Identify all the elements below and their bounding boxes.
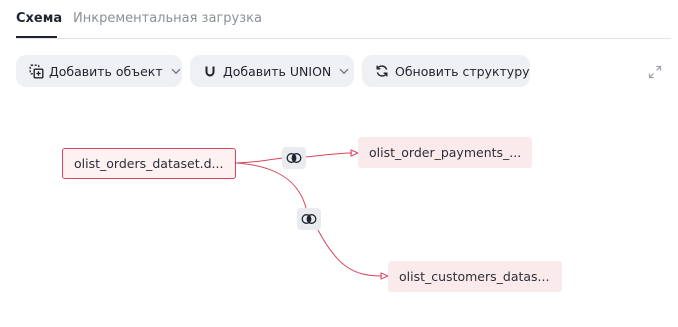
chevron-down-icon bbox=[170, 65, 182, 77]
arrowhead-customers bbox=[380, 272, 390, 280]
chevron-down-icon bbox=[338, 65, 350, 77]
join-badge-payments[interactable] bbox=[282, 147, 306, 169]
join-edges bbox=[235, 149, 390, 280]
tab-bar: Схема Инкрементальная загрузка bbox=[16, 0, 671, 39]
union-icon bbox=[202, 63, 218, 79]
schema-canvas[interactable]: olist_orders_dataset.d... olist_order_pa… bbox=[0, 100, 678, 327]
tab-incremental-load[interactable]: Инкрементальная загрузка bbox=[73, 11, 262, 27]
join-icon bbox=[286, 153, 302, 163]
edge-orders-payments bbox=[235, 157, 284, 164]
node-orders-dataset[interactable]: olist_orders_dataset.d... bbox=[62, 148, 236, 179]
refresh-icon bbox=[374, 63, 390, 79]
add-union-button[interactable]: Добавить UNION bbox=[190, 55, 354, 87]
join-badge-customers[interactable] bbox=[297, 208, 321, 230]
refresh-structure-button[interactable]: Обновить структуру bbox=[362, 55, 530, 87]
node-order-payments[interactable]: olist_order_payments_... bbox=[358, 137, 532, 168]
expand-icon[interactable] bbox=[648, 64, 662, 79]
active-tab-indicator bbox=[16, 36, 57, 38]
edge-orders-customers-tail bbox=[317, 229, 383, 277]
refresh-structure-label: Обновить структуру bbox=[395, 63, 530, 79]
edge-orders-payments-tail bbox=[305, 152, 353, 158]
node-customers-dataset[interactable]: olist_customers_datas... bbox=[388, 261, 562, 292]
arrowhead-payments bbox=[350, 149, 360, 157]
edge-orders-customers bbox=[235, 162, 307, 209]
add-object-icon bbox=[28, 63, 44, 79]
tab-schema[interactable]: Схема bbox=[16, 11, 62, 27]
add-object-button[interactable]: Добавить объект bbox=[16, 55, 182, 87]
join-icon bbox=[301, 214, 317, 224]
add-object-label: Добавить объект bbox=[49, 63, 163, 79]
add-union-label: Добавить UNION bbox=[223, 63, 332, 79]
